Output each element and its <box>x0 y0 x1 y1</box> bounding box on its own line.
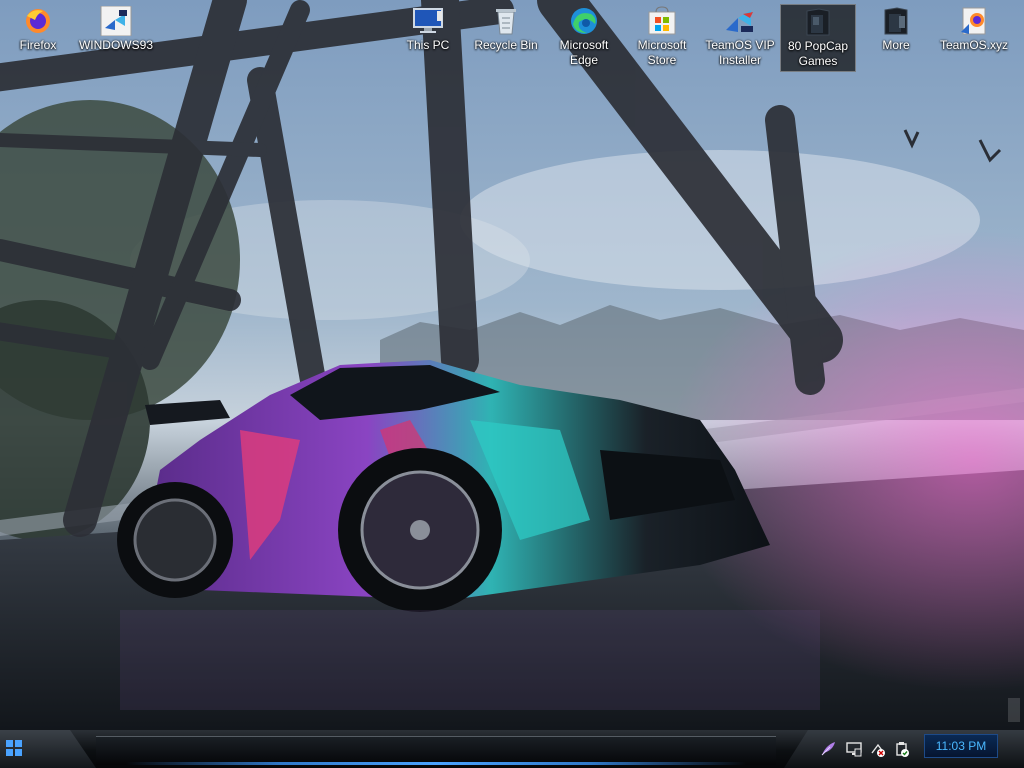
desktop-icon-teamos-vip-installer[interactable]: TeamOS VIP Installer <box>702 4 778 72</box>
network-icon[interactable] <box>870 741 886 757</box>
firefox-icon <box>21 6 55 36</box>
desktop-icon-this-pc[interactable]: This PC <box>390 4 466 72</box>
system-tray: 11:03 PM <box>784 730 1024 768</box>
wallpaper-watermark <box>1008 698 1020 722</box>
desktop-icon-label: TeamOS.xyz <box>939 38 1008 52</box>
desktop-icon-label: Firefox <box>19 38 57 52</box>
more-folder-icon <box>879 6 913 36</box>
desktop-icon-microsoft-edge[interactable]: Microsoft Edge <box>546 4 622 72</box>
volume-icon[interactable] <box>894 741 910 757</box>
desktop-icon-firefox[interactable]: Firefox <box>0 4 76 72</box>
recycle-bin-icon <box>489 6 523 36</box>
popcap-folder-icon <box>801 7 835 37</box>
desktop-icon-label: TeamOS VIP Installer <box>705 38 775 67</box>
edge-icon <box>567 6 601 36</box>
desktop-icon-label: This PC <box>406 38 450 52</box>
taskbar-task-area[interactable] <box>96 736 776 765</box>
desktop-icon-teamos-xyz[interactable]: TeamOS.xyz <box>936 4 1012 72</box>
this-pc-icon <box>411 6 445 36</box>
store-icon <box>645 6 679 36</box>
feather-icon[interactable] <box>820 741 836 757</box>
desktop-icon-label: 80 PopCap Games <box>787 39 849 68</box>
teamos-installer-icon <box>723 6 757 36</box>
desktop-icon-label: WINDOWS93 <box>78 38 153 52</box>
desktop-icon-label: Microsoft Edge <box>559 38 609 67</box>
desktop-icon-label: Recycle Bin <box>474 38 538 52</box>
windows-start-icon <box>6 740 22 756</box>
desktop-icon-more[interactable]: More <box>858 4 934 72</box>
taskbar-clock[interactable]: 11:03 PM <box>924 734 998 758</box>
desktop-icon-label: More <box>882 38 910 52</box>
desktop-icon-microsoft-store[interactable]: Microsoft Store <box>624 4 700 72</box>
desktop-icon-windows93[interactable]: WINDOWS93 <box>78 4 154 72</box>
desktop-icon-80-popcap-games[interactable]: 80 PopCap Games <box>780 4 856 72</box>
start-button[interactable] <box>0 730 96 768</box>
monitor-icon[interactable] <box>846 741 862 757</box>
desktop-icon-recycle-bin[interactable]: Recycle Bin <box>468 4 544 72</box>
desktop-icon-label: Microsoft Store <box>637 38 687 67</box>
taskbar: 11:03 PM <box>0 730 1024 768</box>
teamos-xyz-icon <box>957 6 991 36</box>
taskbar-glow <box>126 762 746 765</box>
windows93-icon <box>99 6 133 36</box>
desktop-wallpaper <box>0 0 1024 768</box>
